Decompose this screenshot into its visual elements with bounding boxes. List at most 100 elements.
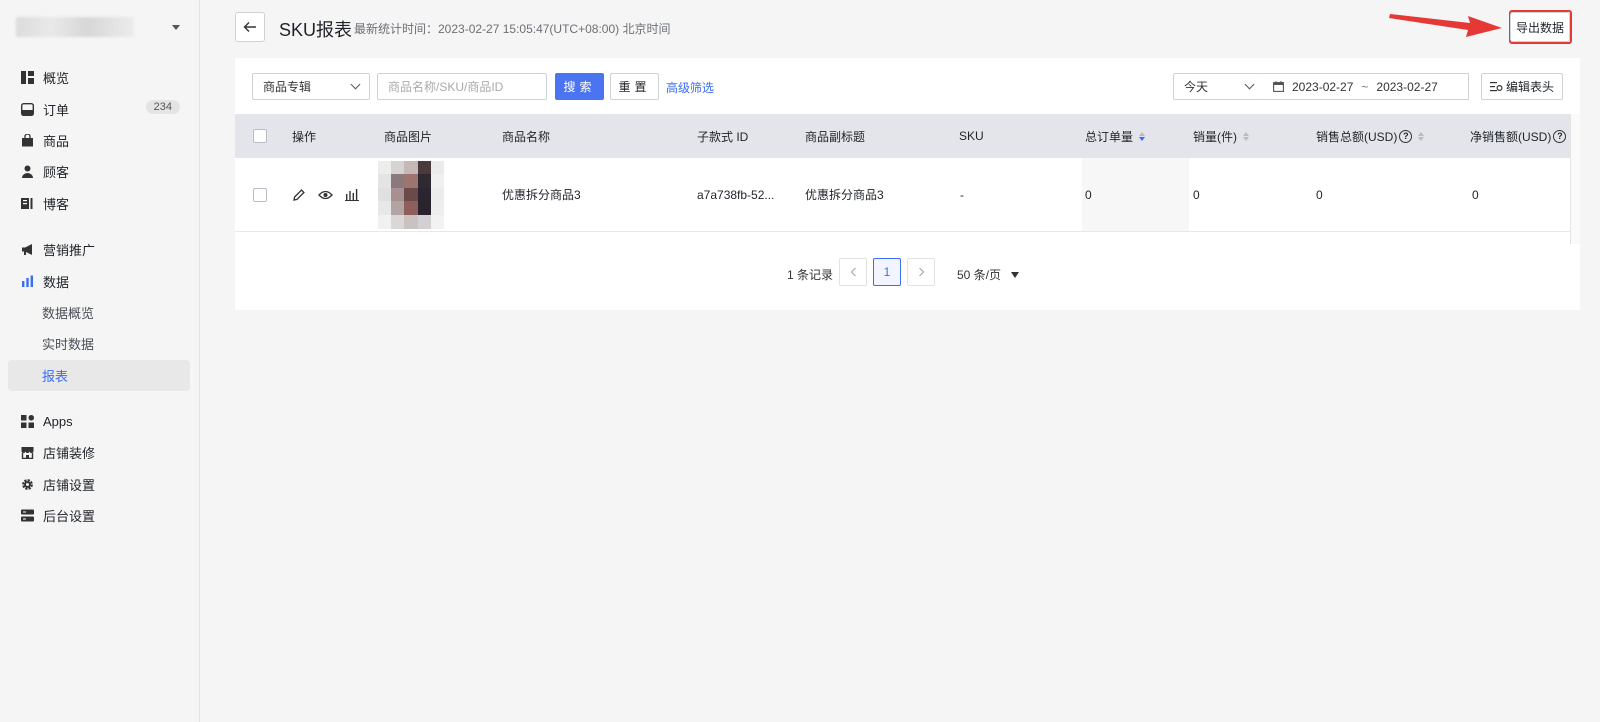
- sidebar-item-apps[interactable]: Apps: [8, 406, 190, 437]
- sidebar-item-label: 商品: [43, 133, 70, 149]
- col-actions: 操作: [292, 129, 317, 144]
- sidebar-item-store-settings[interactable]: 店铺设置: [8, 469, 190, 500]
- sidebar-item-store-design[interactable]: 店铺装修: [8, 437, 190, 468]
- store-icon: [20, 446, 34, 460]
- export-data-button[interactable]: 导出数据: [1510, 12, 1570, 42]
- search-input[interactable]: 商品名称/SKU/商品ID: [377, 73, 547, 100]
- row-units: 0: [1193, 187, 1200, 202]
- chevron-left-icon: [850, 267, 856, 277]
- date-range-picker[interactable]: 2023-02-27 ~ 2023-02-27: [1263, 73, 1469, 100]
- col-units[interactable]: 销量(件): [1193, 114, 1249, 158]
- search-button[interactable]: 搜索: [555, 73, 604, 100]
- blog-icon: [20, 196, 34, 210]
- bar-chart-icon: [20, 274, 34, 288]
- period-select[interactable]: 今天: [1173, 73, 1264, 100]
- sidebar-item-realtime-data[interactable]: 实时数据: [8, 328, 190, 359]
- sort-icon[interactable]: [1139, 131, 1146, 141]
- date-end: 2023-02-27: [1376, 79, 1438, 94]
- edit-columns-button[interactable]: 编辑表头: [1481, 73, 1563, 100]
- sidebar-item-customers[interactable]: 顾客: [8, 156, 190, 187]
- next-page-button[interactable]: [907, 258, 935, 286]
- order-icon: [20, 102, 34, 116]
- sort-icon[interactable]: [1243, 131, 1249, 141]
- page-button-current[interactable]: 1: [873, 258, 901, 286]
- gear-icon: [20, 477, 34, 491]
- select-all-checkbox[interactable]: [253, 129, 267, 143]
- total-records: 1 条记录: [787, 268, 834, 282]
- collection-select-value: 商品专辑: [263, 80, 312, 94]
- apps-icon: [20, 415, 34, 429]
- search-placeholder: 商品名称/SKU/商品ID: [388, 80, 504, 94]
- order-count-badge: 234: [145, 100, 180, 115]
- red-arrow-annotation: [1389, 14, 1502, 37]
- arrow-left-icon: [243, 22, 256, 32]
- vertical-scrollbar[interactable]: [1570, 114, 1580, 244]
- row-subtitle: 优惠拆分商品3: [805, 188, 884, 202]
- eye-icon[interactable]: [318, 189, 333, 201]
- row-checkbox[interactable]: [253, 187, 267, 202]
- server-icon: [20, 509, 34, 523]
- help-icon[interactable]: ?: [1553, 129, 1567, 143]
- col-units-label: 销量(件): [1193, 129, 1237, 144]
- caret-down-icon: [172, 24, 180, 30]
- sidebar-item-label: 店铺设置: [43, 477, 96, 493]
- sidebar-item-overview[interactable]: 概览: [8, 62, 190, 93]
- sort-icon[interactable]: [1418, 131, 1425, 141]
- table-row: 优惠拆分商品3 a7a738fb-52... 优惠拆分商品3 - 0 0 0 0: [235, 158, 1580, 232]
- sidebar-item-reports[interactable]: 报表: [8, 359, 190, 391]
- product-thumbnail[interactable]: [378, 160, 444, 229]
- prev-page-button[interactable]: [839, 258, 867, 286]
- date-separator: ~: [1361, 79, 1369, 94]
- advanced-filter-link[interactable]: 高级筛选: [666, 79, 714, 96]
- sidebar-item-label: Apps: [43, 414, 73, 430]
- reset-button[interactable]: 重置: [610, 73, 659, 100]
- store-switcher[interactable]: [16, 16, 186, 38]
- product-icon: [20, 133, 34, 147]
- sidebar-item-orders[interactable]: 订单 234: [8, 93, 190, 124]
- period-select-value: 今天: [1184, 80, 1209, 94]
- col-net-sales[interactable]: 净销售额(USD) ?: [1470, 114, 1567, 158]
- calendar-icon: [1273, 81, 1284, 92]
- sidebar-item-label: 数据: [43, 274, 70, 290]
- sidebar-nav: 概览 订单 234 商品 顾客 博客 营销推广 数据 数据概览 实时数据 报表 …: [8, 62, 190, 531]
- col-subtitle: 商品副标题: [805, 129, 866, 144]
- date-start: 2023-02-27: [1292, 79, 1354, 94]
- col-gross-sales[interactable]: 销售总额(USD) ?: [1316, 114, 1425, 158]
- collection-select[interactable]: 商品专辑: [252, 73, 370, 100]
- sidebar-item-label: 订单: [43, 102, 70, 118]
- sidebar-item-label: 博客: [43, 196, 70, 212]
- row-actions: [292, 158, 359, 231]
- page-size-select[interactable]: 50 条/页: [957, 266, 1020, 283]
- caret-down-icon: [1011, 271, 1020, 278]
- back-button[interactable]: [235, 12, 265, 42]
- col-image: 商品图片: [384, 129, 433, 144]
- col-net-sales-label: 净销售额(USD): [1470, 129, 1552, 144]
- chevron-down-icon: [1244, 79, 1255, 90]
- sidebar-item-label: 实时数据: [42, 337, 95, 353]
- sidebar-item-label: 概览: [43, 71, 70, 87]
- sidebar-item-blog[interactable]: 博客: [8, 188, 190, 219]
- sidebar: 概览 订单 234 商品 顾客 博客 营销推广 数据 数据概览 实时数据 报表 …: [0, 0, 200, 722]
- row-product-name[interactable]: 优惠拆分商品3: [502, 158, 581, 231]
- overview-icon: [20, 71, 34, 85]
- sidebar-item-marketing[interactable]: 营销推广: [8, 234, 190, 265]
- row-gross-sales: 0: [1316, 187, 1323, 202]
- col-name: 商品名称: [502, 129, 551, 144]
- sidebar-item-label: 店铺装修: [43, 446, 96, 462]
- store-name-blurred: [16, 17, 134, 37]
- page-title: SKU报表: [279, 20, 353, 40]
- row-select-cell: [253, 158, 267, 231]
- sidebar-item-data[interactable]: 数据: [8, 265, 190, 296]
- sidebar-item-admin-settings[interactable]: 后台设置: [8, 500, 190, 531]
- col-sku: SKU: [959, 129, 984, 143]
- sidebar-item-label: 数据概览: [42, 305, 95, 321]
- edit-icon[interactable]: [292, 188, 306, 202]
- table-header: 操作 商品图片 商品名称 子款式 ID 商品副标题 SKU 总订单量 销量(件)…: [235, 114, 1580, 158]
- sidebar-item-data-overview[interactable]: 数据概览: [8, 297, 190, 328]
- bar-chart-icon[interactable]: [345, 188, 359, 201]
- edit-columns-label: 编辑表头: [1505, 80, 1554, 94]
- help-icon[interactable]: ?: [1399, 129, 1413, 143]
- sidebar-item-products[interactable]: 商品: [8, 125, 190, 156]
- col-total-orders[interactable]: 总订单量: [1085, 114, 1146, 158]
- page-size-label: 50 条/页: [957, 268, 1002, 282]
